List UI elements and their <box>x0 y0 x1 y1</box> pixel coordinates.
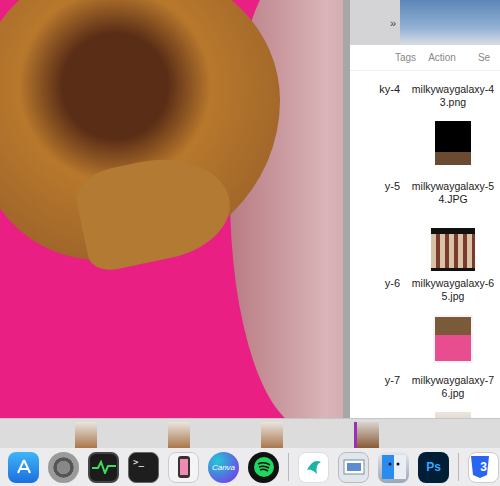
file-row[interactable]: y-7milkywaygalaxy-76.jpg <box>350 368 500 418</box>
file-thumbnail[interactable] <box>433 315 473 363</box>
toolbar-overflow-button[interactable]: » <box>350 0 400 45</box>
phone-glyph-icon <box>177 455 191 479</box>
file-label: y-7 <box>350 368 406 418</box>
spotify-glyph-icon <box>253 456 275 478</box>
film-thumb[interactable] <box>75 422 97 448</box>
surfshark-icon[interactable] <box>298 452 329 483</box>
css-icon[interactable]: 3 <box>468 452 499 483</box>
film-thumb[interactable] <box>261 422 283 448</box>
column-title[interactable]: Tags <box>395 52 416 63</box>
dock-label: Ps <box>426 460 441 474</box>
film-thumb[interactable] <box>354 422 379 448</box>
column-header: Tags Action Se <box>350 45 500 71</box>
appstore-glyph-icon <box>14 457 34 477</box>
activity-icon[interactable] <box>88 452 119 483</box>
spotify-icon[interactable] <box>248 452 279 483</box>
photo-preview <box>0 0 343 418</box>
column-title[interactable]: Se <box>478 52 490 63</box>
file-name: milkywaygalaxy-54.JPG <box>406 174 500 271</box>
file-label: y-5 <box>350 174 406 271</box>
window-gap <box>343 0 350 418</box>
settings-icon[interactable] <box>48 452 79 483</box>
dock-label: Canva <box>212 463 235 472</box>
dock-separator <box>458 453 459 481</box>
finder-glyph-icon <box>382 455 406 479</box>
finder-icon[interactable] <box>378 452 409 483</box>
file-name-line: milkywaygalaxy-7 <box>412 374 494 387</box>
film-thumb[interactable] <box>168 422 190 448</box>
surfshark-glyph-icon <box>303 456 325 478</box>
dock-separator <box>288 453 289 481</box>
file-name-line: 5.jpg <box>442 290 465 303</box>
file-row[interactable]: ky-4milkywaygalaxy-43.png <box>350 77 500 174</box>
finder-window: »TagsActionSeky-4milkywaygalaxy-43.pngy-… <box>350 0 500 418</box>
photoshop-icon[interactable]: Ps <box>418 452 449 483</box>
dock: >_ Canva Ps 3 <box>0 448 500 486</box>
file-name-line: 3.png <box>440 96 466 109</box>
file-label: ky-4 <box>350 77 406 174</box>
preview-icon[interactable] <box>338 452 369 483</box>
file-name: milkywaygalaxy-43.png <box>406 77 500 174</box>
file-name: milkywaygalaxy-65.jpg <box>406 271 500 368</box>
file-name-line: milkywaygalaxy-6 <box>412 277 494 290</box>
terminal-icon[interactable]: >_ <box>128 452 159 483</box>
canva-icon[interactable]: Canva <box>208 452 239 483</box>
file-list: ky-4milkywaygalaxy-43.pngy-5milkywaygala… <box>350 71 500 418</box>
preview-glyph-icon <box>342 457 366 477</box>
file-thumbnail[interactable] <box>431 228 475 271</box>
finder-toolbar: » <box>350 0 500 45</box>
column-title[interactable]: Action <box>428 52 456 63</box>
phone-icon[interactable] <box>168 452 199 483</box>
file-name: milkywaygalaxy-76.jpg <box>406 368 500 418</box>
file-name-line: milkywaygalaxy-4 <box>412 83 494 96</box>
dock-label: 3 <box>480 460 487 474</box>
file-name-line: 6.jpg <box>442 387 465 400</box>
filmstrip <box>0 418 500 448</box>
file-thumbnail[interactable] <box>435 121 471 165</box>
file-name-line: 4.JPG <box>438 193 467 206</box>
file-row[interactable]: y-6milkywaygalaxy-65.jpg <box>350 271 500 368</box>
file-label: y-6 <box>350 271 406 368</box>
toolbar-preview <box>400 0 500 45</box>
file-row[interactable]: y-5milkywaygalaxy-54.JPG <box>350 174 500 271</box>
activity-glyph-icon <box>92 460 116 474</box>
file-name-line: milkywaygalaxy-5 <box>412 180 494 193</box>
dock-label: >_ <box>133 457 144 467</box>
appstore-icon[interactable] <box>8 452 39 483</box>
